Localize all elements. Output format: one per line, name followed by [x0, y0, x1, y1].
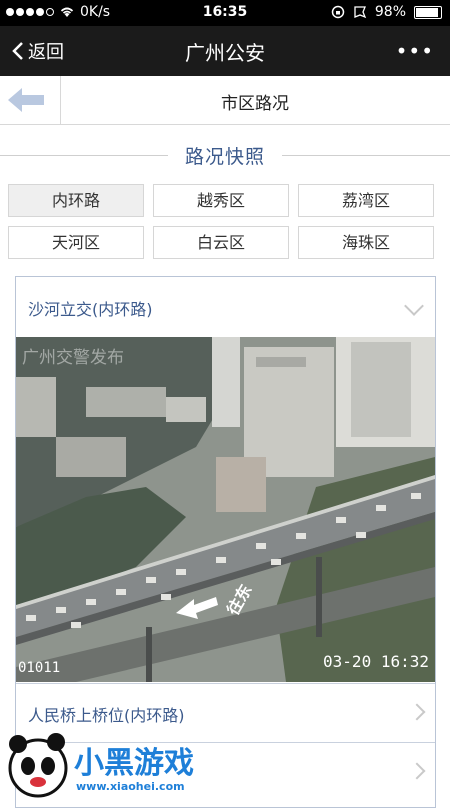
camera-timestamp: 03-20 16:32: [323, 652, 429, 671]
arrow-left-icon: [8, 88, 44, 112]
district-button-tianhe[interactable]: 天河区: [8, 226, 144, 259]
nav-bar: 返回 广州公安 •••: [0, 26, 450, 76]
chevron-right-icon: [408, 762, 426, 780]
camera-id: 01011: [18, 660, 61, 676]
traffic-snapshot-image: [16, 337, 435, 682]
rotation-lock-icon: [331, 5, 345, 19]
battery-percent: 98%: [374, 4, 406, 20]
location-icon: [354, 6, 367, 19]
nav-title: 广州公安: [185, 41, 265, 65]
camera-snapshot[interactable]: 广州交警发布 往东 01011 03-20 16:32: [16, 337, 435, 682]
watermark-text: 小黑游戏: [74, 746, 194, 781]
sub-header: 市区路况: [0, 76, 450, 125]
district-button-yuexiu[interactable]: 越秀区: [153, 184, 289, 217]
section-title: 路况快照: [184, 146, 265, 168]
status-right: 98%: [331, 4, 442, 20]
camera-item-label: 沙河立交(内环路): [28, 300, 153, 319]
panda-icon: [8, 733, 68, 798]
back-arrow-button[interactable]: [0, 76, 61, 124]
status-bar: 0K/s 16:35 98%: [0, 0, 450, 26]
chevron-down-icon: [404, 296, 424, 316]
chevron-right-icon: [408, 703, 426, 721]
page-title: 市区路况: [221, 94, 289, 114]
camera-overlay-title: 广州交警发布: [22, 348, 124, 368]
watermark-logo: 小黑游戏 www.xiaohei.com: [0, 724, 260, 800]
battery-icon: [414, 5, 442, 19]
district-button-baiyun[interactable]: 白云区: [153, 226, 289, 259]
more-button[interactable]: •••: [396, 39, 434, 63]
district-button-liwan[interactable]: 荔湾区: [298, 184, 434, 217]
camera-item-expanded[interactable]: 沙河立交(内环路): [16, 277, 435, 337]
district-button-haizhu[interactable]: 海珠区: [298, 226, 434, 259]
section-header: 路况快照: [0, 138, 450, 174]
camera-item-label: 人民桥上桥位(内环路): [28, 706, 185, 725]
watermark-url: www.xiaohei.com: [76, 780, 185, 793]
district-button-neihuan[interactable]: 内环路: [8, 184, 144, 217]
